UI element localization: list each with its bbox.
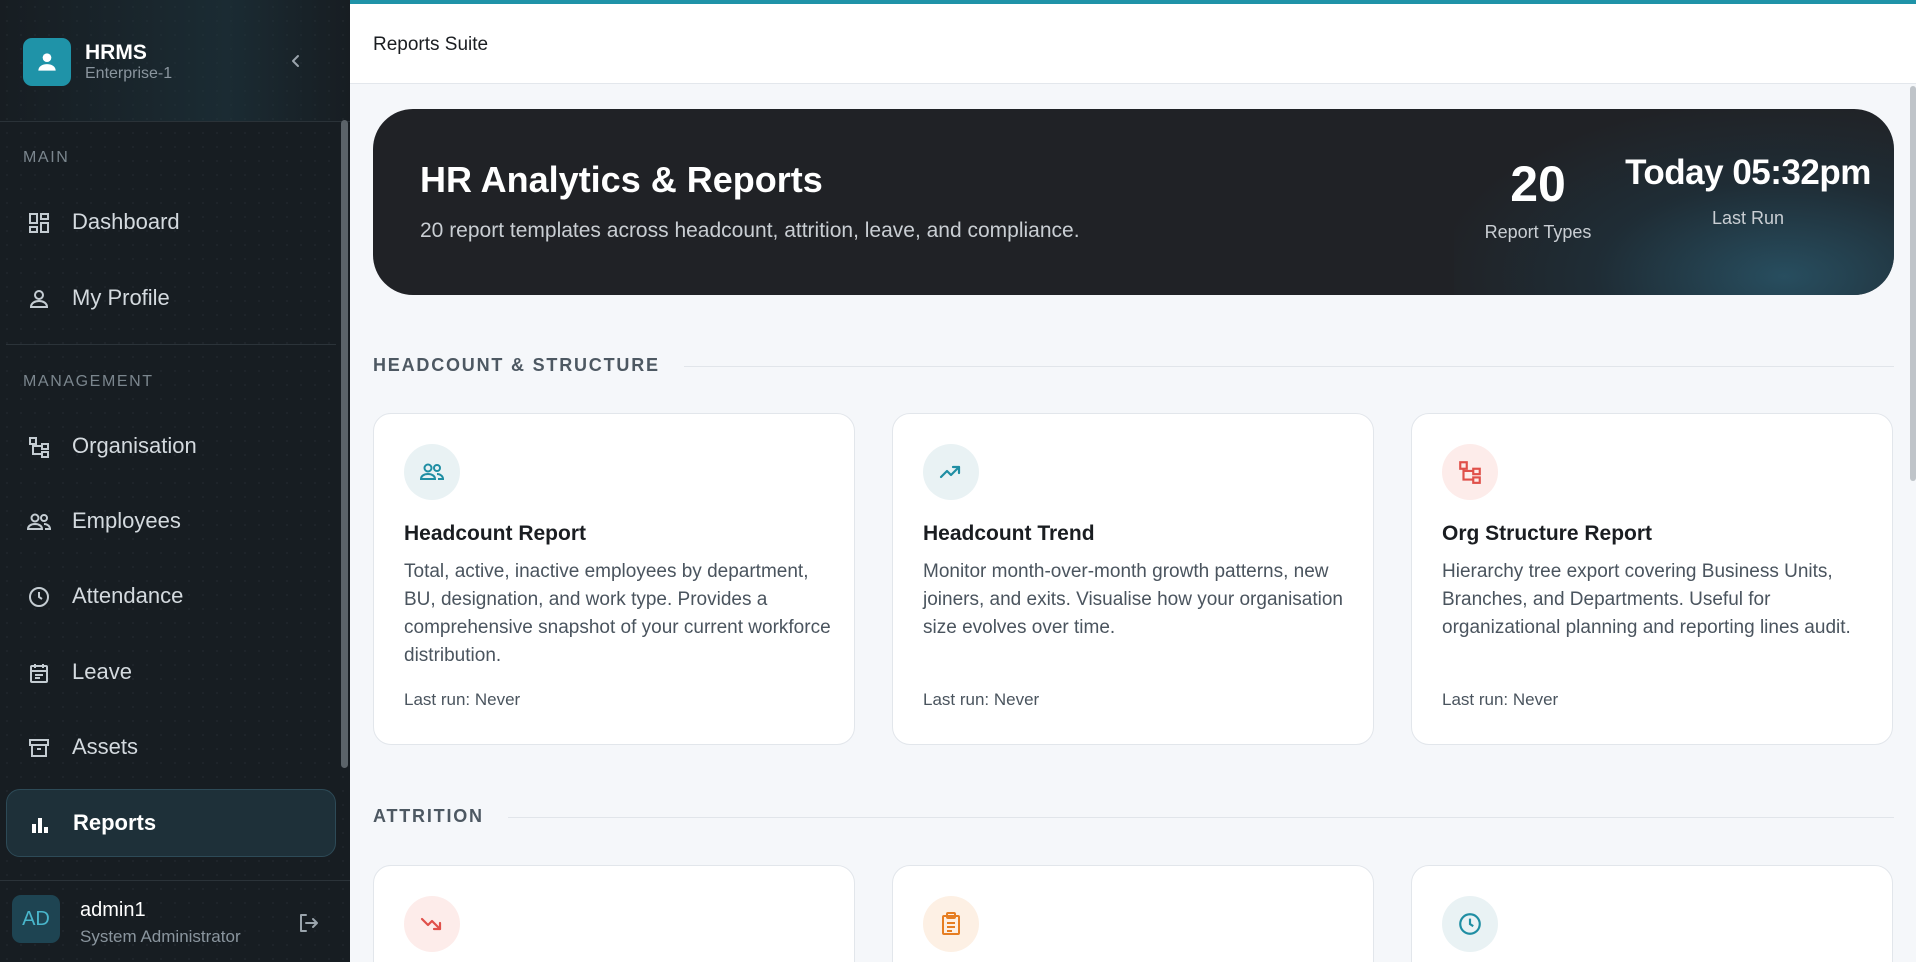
hero-banner: HR Analytics & Reports 20 report templat… [373, 109, 1894, 295]
sidebar-item-label: Assets [72, 734, 139, 759]
people-icon [404, 444, 460, 500]
sidebar-item-organisation[interactable]: Organisation [6, 412, 336, 480]
section-divider [373, 817, 1894, 818]
report-card-headcount-trend[interactable]: Headcount Trend Monitor month-over-month… [892, 413, 1374, 745]
report-card-attrition-1[interactable] [373, 865, 855, 962]
sidebar-item-my-profile[interactable]: My Profile [6, 264, 336, 332]
card-last-run: Last run: Never [923, 690, 1040, 709]
sidebar-item-label: Employees [72, 508, 181, 533]
chevron-left-icon[interactable] [283, 48, 309, 74]
people-icon [26, 509, 52, 535]
hero-subtitle: 20 report templates across headcount, at… [420, 219, 1080, 242]
last-run-value: Today 05:32pm [1625, 153, 1871, 192]
section-header-headcount: HEADCOUNT & STRUCTURE [373, 355, 1894, 379]
card-last-run: Last run: Never [1442, 690, 1559, 709]
sidebar: HRMS Enterprise-1 MAIN Dashboard My Prof… [0, 0, 350, 962]
logout-icon[interactable] [294, 909, 322, 937]
user-role: System Administrator [80, 927, 241, 946]
user-icon [23, 38, 71, 86]
section-label-management: MANAGEMENT [23, 373, 154, 390]
hero-title: HR Analytics & Reports [420, 159, 823, 200]
sidebar-item-label: Dashboard [72, 209, 180, 234]
clock-icon [26, 584, 52, 610]
last-run-label: Last Run [1711, 208, 1785, 228]
report-card-org-structure[interactable]: Org Structure Report Hierarchy tree expo… [1411, 413, 1893, 745]
brand-subtitle: Enterprise-1 [85, 65, 173, 82]
trend-up-icon [923, 444, 979, 500]
sidebar-item-assets[interactable]: Assets [6, 713, 336, 781]
card-last-run: Last run: Never [404, 690, 521, 709]
dashboard-icon [26, 210, 52, 236]
archive-icon [26, 735, 52, 761]
bar-chart-icon [27, 812, 53, 838]
sidebar-item-label: Organisation [72, 433, 197, 458]
page-title: Reports Suite [373, 34, 489, 55]
avatar: AD [12, 895, 60, 943]
calendar-icon [26, 660, 52, 686]
brand-header: HRMS Enterprise-1 [0, 0, 350, 122]
brand-name: HRMS [85, 41, 147, 64]
clipboard-icon [923, 896, 979, 952]
user-name: admin1 [80, 899, 146, 921]
user-icon [26, 286, 52, 312]
sidebar-item-label: Leave [72, 659, 132, 684]
divider [6, 344, 336, 345]
card-title: Org Structure Report [1442, 522, 1653, 545]
sidebar-item-label: Attendance [72, 583, 184, 608]
section-header-attrition: ATTRITION [373, 806, 1894, 830]
card-description: Total, active, inactive employees by dep… [404, 561, 831, 666]
card-description: Monitor month-over-month growth patterns… [923, 561, 1343, 638]
sidebar-item-reports[interactable]: Reports [6, 789, 336, 857]
section-title: HEADCOUNT & STRUCTURE [373, 355, 684, 376]
org-tree-icon [26, 434, 52, 460]
sidebar-item-employees[interactable]: Employees [6, 487, 336, 555]
user-profile: AD admin1 System Administrator [0, 880, 350, 962]
report-card-headcount[interactable]: Headcount Report Total, active, inactive… [373, 413, 855, 745]
card-title: Headcount Report [404, 522, 587, 545]
page-scrollbar[interactable] [1910, 86, 1916, 481]
card-title: Headcount Trend [923, 522, 1095, 545]
card-description: Hierarchy tree export covering Business … [1442, 561, 1851, 638]
section-title: ATTRITION [373, 806, 508, 827]
report-card-attrition-2[interactable] [892, 865, 1374, 962]
org-tree-icon [1442, 444, 1498, 500]
trend-down-icon [404, 896, 460, 952]
sidebar-item-label: My Profile [72, 285, 170, 310]
sidebar-item-label: Reports [73, 810, 157, 835]
sidebar-item-leave[interactable]: Leave [6, 638, 336, 706]
clock-icon [1442, 896, 1498, 952]
report-card-attrition-3[interactable] [1411, 865, 1893, 962]
sidebar-scrollbar[interactable] [341, 120, 348, 768]
topbar: Reports Suite [350, 0, 1916, 84]
section-label-main: MAIN [23, 149, 70, 166]
sidebar-item-dashboard[interactable]: Dashboard [6, 188, 336, 256]
sidebar-item-attendance[interactable]: Attendance [6, 562, 336, 630]
